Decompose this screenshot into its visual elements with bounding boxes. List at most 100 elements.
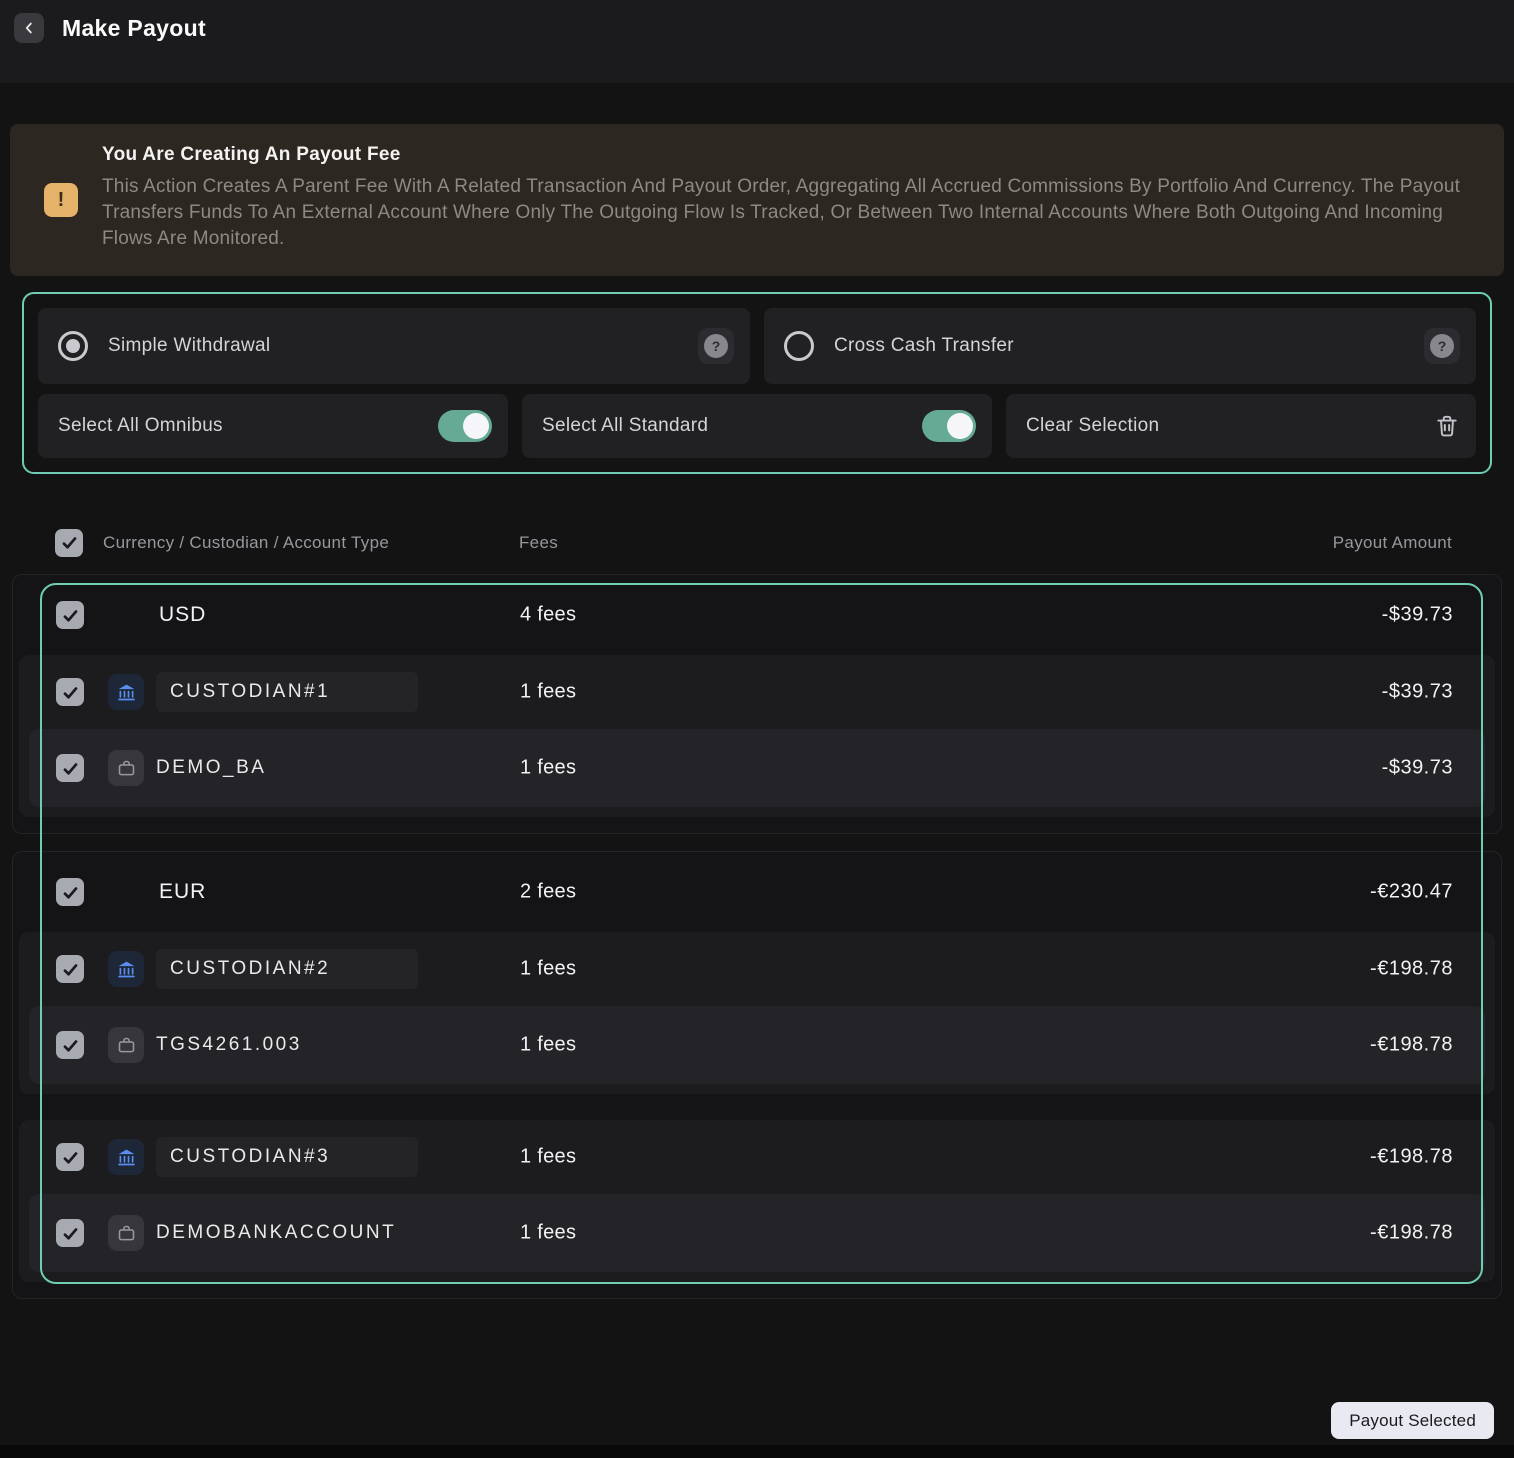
- selection-panel: Simple Withdrawal ? Cross Cash Transfer …: [22, 292, 1492, 474]
- briefcase-icon: [108, 750, 144, 786]
- check-icon: [61, 960, 80, 979]
- custodian-checkbox[interactable]: [56, 678, 84, 706]
- account-checkbox[interactable]: [56, 754, 84, 782]
- account-checkbox[interactable]: [56, 1219, 84, 1247]
- chevron-left-icon: [20, 19, 38, 37]
- check-icon: [61, 683, 80, 702]
- custodian-name: CUSTODIAN#1: [156, 672, 418, 712]
- check-icon: [61, 759, 80, 778]
- account-row[interactable]: DEMO_BA 1 fees -$39.73: [29, 729, 1485, 807]
- account-block: DEMOBANKACCOUNT1 fees-€198.78: [29, 1194, 1485, 1272]
- radio-simple-withdrawal[interactable]: [58, 331, 88, 361]
- bank-glyph: [116, 682, 137, 703]
- fees-count: 1 fees: [520, 1222, 576, 1245]
- currency-group-eur: EUR 2 fees -€230.47 CUSTODIAN#2 1 fees -€198.…: [12, 851, 1502, 1299]
- bank-icon: [108, 951, 144, 987]
- briefcase-glyph: [116, 758, 137, 779]
- warning-title: You Are Creating An Payout Fee: [102, 144, 1474, 166]
- briefcase-icon: [108, 1027, 144, 1063]
- currency-name: EUR: [159, 880, 206, 904]
- currency-checkbox[interactable]: [56, 601, 84, 629]
- briefcase-glyph: [116, 1035, 137, 1056]
- account-block: DEMO_BA 1 fees -$39.73: [29, 729, 1485, 807]
- custodian-name: CUSTODIAN#2: [156, 949, 418, 989]
- page-title: Make Payout: [62, 13, 206, 43]
- option-label: Cross Cash Transfer: [834, 335, 1014, 357]
- select-all-checkbox[interactable]: [55, 529, 83, 557]
- payout-table-body: USD 4 fees -$39.73 CUSTODIAN#1 1 fees -$39.73…: [0, 574, 1514, 1299]
- payout-amount: -€198.78: [1370, 1146, 1453, 1169]
- top-bar: Make Payout: [0, 0, 1514, 83]
- select-all-omnibus[interactable]: Select All Omnibus: [38, 394, 508, 458]
- custodian-row[interactable]: CUSTODIAN#1 1 fees -$39.73: [19, 655, 1495, 729]
- custodian-block: CUSTODIAN#21 fees-€198.78TGS4261.0031 fe…: [19, 932, 1495, 1094]
- custodian-block: CUSTODIAN#3 1 fees -€198.78 DEMOBANKACCOUNT…: [19, 1120, 1495, 1282]
- payout-amount: -€198.78: [1370, 958, 1453, 981]
- fees-count: 1 fees: [520, 1034, 576, 1057]
- option-simple-withdrawal[interactable]: Simple Withdrawal ?: [38, 308, 750, 384]
- currency-name: USD: [159, 603, 206, 627]
- custodian-name: CUSTODIAN#3: [156, 1137, 418, 1177]
- column-header-fees: Fees: [519, 533, 558, 553]
- payout-selected-button[interactable]: Payout Selected: [1331, 1402, 1494, 1439]
- account-block: TGS4261.0031 fees-€198.78: [29, 1006, 1485, 1084]
- bank-icon: [108, 1139, 144, 1175]
- briefcase-glyph: [116, 1223, 137, 1244]
- currency-checkbox[interactable]: [56, 878, 84, 906]
- custodian-row[interactable]: CUSTODIAN#2 1 fees -€198.78: [19, 932, 1495, 1006]
- bank-icon: [108, 674, 144, 710]
- selection-control-row: Select All Omnibus Select All Standard C…: [38, 394, 1476, 458]
- omnibus-toggle[interactable]: [438, 410, 492, 442]
- custodian-checkbox[interactable]: [56, 1143, 84, 1171]
- help-button-simple[interactable]: ?: [698, 328, 734, 364]
- column-header-amount: Payout Amount: [1333, 533, 1452, 553]
- fees-count: 1 fees: [520, 681, 576, 704]
- check-icon: [61, 883, 80, 902]
- briefcase-icon: [108, 1215, 144, 1251]
- trash-icon[interactable]: [1434, 413, 1460, 439]
- transfer-option-row: Simple Withdrawal ? Cross Cash Transfer …: [38, 308, 1476, 384]
- custodian-row[interactable]: CUSTODIAN#3 1 fees -€198.78: [19, 1120, 1495, 1194]
- help-button-cross[interactable]: ?: [1424, 328, 1460, 364]
- clear-selection[interactable]: Clear Selection: [1006, 394, 1476, 458]
- check-icon: [61, 1148, 80, 1167]
- custodian-checkbox[interactable]: [56, 955, 84, 983]
- check-icon: [60, 533, 79, 552]
- check-icon: [61, 606, 80, 625]
- payout-amount: -€198.78: [1370, 1034, 1453, 1057]
- select-all-standard[interactable]: Select All Standard: [522, 394, 992, 458]
- radio-cross-cash-transfer[interactable]: [784, 331, 814, 361]
- clear-selection-label: Clear Selection: [1026, 415, 1159, 437]
- warning-banner: ! You Are Creating An Payout Fee This Ac…: [10, 124, 1504, 276]
- account-row[interactable]: TGS4261.0031 fees-€198.78: [29, 1006, 1485, 1084]
- currency-row[interactable]: EUR 2 fees -€230.47: [13, 852, 1501, 932]
- account-checkbox[interactable]: [56, 1031, 84, 1059]
- bank-glyph: [116, 1147, 137, 1168]
- payout-amount: -$39.73: [1382, 757, 1453, 780]
- fees-count: 1 fees: [520, 1146, 576, 1169]
- select-all-standard-label: Select All Standard: [542, 415, 708, 437]
- fees-count: 1 fees: [520, 757, 576, 780]
- currency-row[interactable]: USD 4 fees -$39.73: [13, 575, 1501, 655]
- bottom-strip: [0, 1445, 1514, 1458]
- standard-toggle[interactable]: [922, 410, 976, 442]
- option-cross-cash-transfer[interactable]: Cross Cash Transfer ?: [764, 308, 1476, 384]
- payout-amount: -$39.73: [1382, 604, 1453, 627]
- table-header-row: Currency / Custodian / Account Type Fees…: [0, 511, 1514, 574]
- account-name: DEMOBANKACCOUNT: [156, 1213, 396, 1253]
- fees-count: 4 fees: [520, 604, 576, 627]
- column-header-name: Currency / Custodian / Account Type: [103, 533, 389, 553]
- account-name: DEMO_BA: [156, 748, 266, 788]
- check-icon: [61, 1224, 80, 1243]
- custodian-block: CUSTODIAN#1 1 fees -$39.73 DEMO_BA 1 fees -$3…: [19, 655, 1495, 817]
- payout-amount: -€230.47: [1370, 881, 1453, 904]
- payout-amount: -$39.73: [1382, 681, 1453, 704]
- warning-icon: !: [44, 183, 78, 217]
- question-mark-icon: ?: [704, 334, 728, 358]
- back-button[interactable]: [14, 13, 44, 43]
- fees-count: 2 fees: [520, 881, 576, 904]
- account-row[interactable]: DEMOBANKACCOUNT1 fees-€198.78: [29, 1194, 1485, 1272]
- question-mark-icon: ?: [1430, 334, 1454, 358]
- fees-count: 1 fees: [520, 958, 576, 981]
- warning-body: This Action Creates A Parent Fee With A …: [102, 174, 1472, 252]
